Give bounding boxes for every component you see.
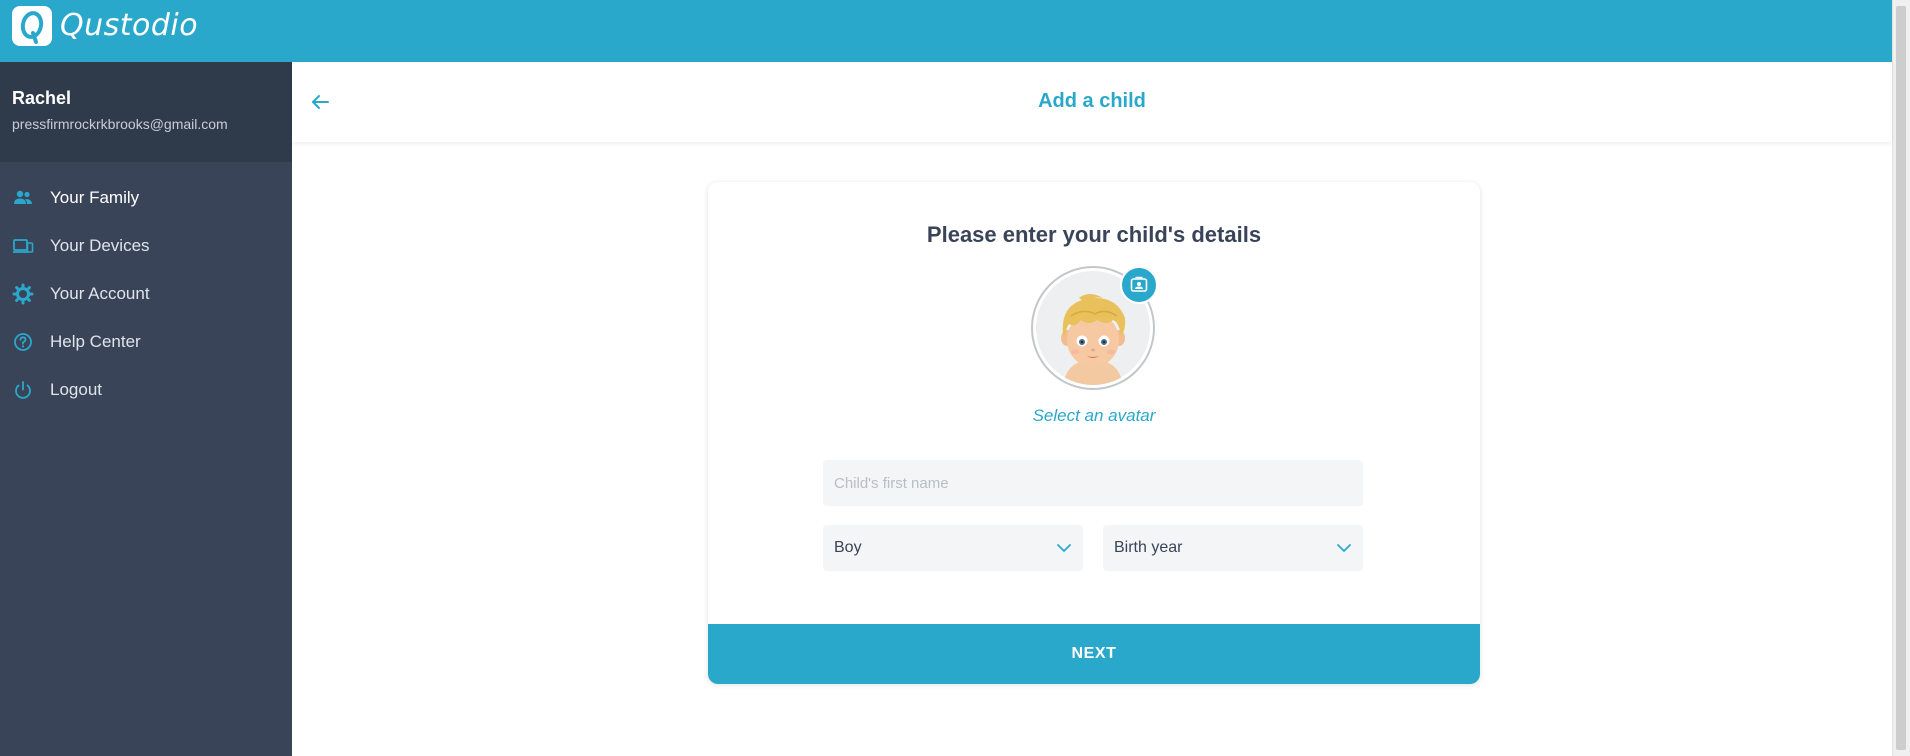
birth-year-select-value: Birth year xyxy=(1114,539,1183,556)
sidebar-item-label: Your Devices xyxy=(50,236,150,255)
sidebar-item-label: Help Center xyxy=(50,332,141,351)
sidebar-item-your-family[interactable]: Your Family xyxy=(0,177,292,217)
form-heading: Please enter your child's details xyxy=(926,222,1262,247)
family-icon xyxy=(14,190,32,204)
devices-icon xyxy=(13,239,34,253)
gender-select[interactable]: Boy xyxy=(823,525,1083,571)
select-avatar-link[interactable]: Select an avatar xyxy=(708,406,1480,426)
birth-year-select[interactable]: Birth year xyxy=(1103,525,1363,571)
scrollbar-thumb[interactable] xyxy=(1896,6,1906,750)
sidebar-item-your-account[interactable]: Your Account xyxy=(0,273,292,313)
sidebar-item-label: Your Account xyxy=(50,284,150,303)
sidebar-item-label: Logout xyxy=(50,380,102,399)
gender-select-value: Boy xyxy=(834,539,862,556)
user-profile: Rachel pressfirmrockrkbrooks@gmail.com xyxy=(0,62,292,162)
help-icon xyxy=(14,333,32,351)
sidebar-item-your-devices[interactable]: Your Devices xyxy=(0,225,292,265)
page-title: Add a child xyxy=(1038,90,1146,112)
sidebar-item-logout[interactable]: Logout xyxy=(0,369,292,409)
brand-name[interactable]: Qustodio xyxy=(60,8,198,43)
sidebar-item-label: Your Family xyxy=(50,188,140,207)
child-first-name-input[interactable] xyxy=(823,460,1363,506)
contact-card-icon xyxy=(1130,276,1148,292)
power-icon xyxy=(15,381,31,399)
user-email: pressfirmrockrkbrooks@gmail.com xyxy=(12,116,228,132)
next-button[interactable]: NEXT xyxy=(708,624,1480,684)
user-name: Rachel xyxy=(12,88,72,108)
sidebar: Rachel pressfirmrockrkbrooks@gmail.com Y… xyxy=(0,62,292,756)
top-bar: Qustodio xyxy=(0,0,1892,62)
qustodio-logo-icon[interactable] xyxy=(12,6,52,46)
chevron-down-icon xyxy=(1057,544,1071,552)
sidebar-item-help-center[interactable]: Help Center xyxy=(0,321,292,361)
gear-icon xyxy=(12,283,34,305)
chevron-down-icon xyxy=(1337,544,1351,552)
add-child-card: Please enter your child's details Select… xyxy=(708,182,1480,684)
page-header: Add a child xyxy=(292,62,1892,142)
change-avatar-button[interactable] xyxy=(1120,266,1158,304)
